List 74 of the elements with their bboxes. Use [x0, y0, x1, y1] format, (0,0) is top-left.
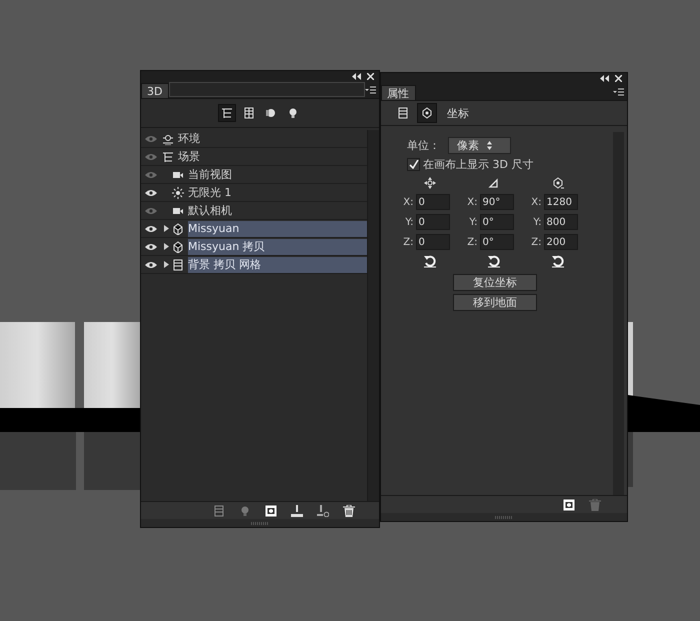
scene-tree-icon [162, 150, 174, 162]
scrollbar[interactable] [613, 132, 624, 495]
reset-icon[interactable] [551, 254, 565, 268]
layer-name[interactable]: 当前视图 [188, 166, 367, 182]
axis-label: Z: [402, 236, 414, 248]
unit-label: 单位： [407, 138, 440, 152]
bulb-icon [287, 107, 299, 119]
value-field[interactable]: 0 [416, 194, 450, 210]
action-button[interactable]: 移到地面 [453, 294, 537, 311]
resize-grip-icon[interactable] [251, 522, 269, 524]
mesh-filter-icon [243, 107, 255, 119]
rotate-icon [488, 177, 500, 189]
eye-icon[interactable] [145, 242, 157, 250]
eye-icon[interactable] [145, 260, 157, 268]
material-icon [265, 107, 277, 119]
filter-button[interactable] [218, 104, 236, 122]
mode-label: 坐标 [447, 106, 469, 120]
move-icon [424, 177, 436, 189]
checkmark-icon [408, 160, 418, 168]
mesh-grid-icon [172, 258, 184, 270]
mesh-icon [172, 222, 184, 234]
panel-tab[interactable]: 3D [141, 83, 170, 98]
close-icon[interactable] [367, 72, 374, 80]
axis-label: Z: [466, 236, 478, 248]
unit-dropdown[interactable]: 像素 [448, 136, 511, 154]
layer-name[interactable]: 默认相机 [188, 202, 367, 218]
value-field[interactable]: 0° [480, 234, 514, 250]
layer-name[interactable]: Missyuan [188, 220, 367, 236]
value-field[interactable]: 0° [480, 214, 514, 230]
panel-menu-icon[interactable] [613, 88, 624, 96]
action-button[interactable]: 复位坐标 [453, 274, 537, 291]
layer-name[interactable]: 环境 [178, 130, 367, 146]
scene-tree-icon [221, 107, 233, 119]
value-field[interactable]: 0 [416, 234, 450, 250]
layer-name[interactable]: 场景 [178, 148, 367, 164]
axis-label: Y: [532, 216, 542, 228]
trash-icon[interactable] [343, 504, 355, 516]
axis-label: Z: [530, 236, 542, 248]
bulb-icon[interactable] [239, 504, 251, 516]
resize-grip-icon[interactable] [495, 516, 513, 518]
layer-name[interactable]: 背景 拷贝 网格 [188, 256, 367, 272]
axis-label: X: [402, 196, 414, 208]
value-field[interactable]: 800 [544, 214, 578, 230]
mode-button[interactable] [417, 103, 437, 123]
close-icon[interactable] [615, 74, 622, 82]
collapsed-arrow-icon[interactable] [163, 261, 169, 268]
checkbox[interactable] [407, 158, 420, 170]
axis-label: Y: [404, 216, 414, 228]
panel-tab[interactable]: 属性 [381, 85, 416, 100]
value-field[interactable]: 1280 [544, 194, 578, 210]
eye-icon[interactable] [145, 224, 157, 232]
scale-icon [552, 177, 564, 189]
layer-name[interactable]: 无限光 1 [188, 184, 367, 200]
value-field[interactable]: 200 [544, 234, 578, 250]
axis-label: X: [530, 196, 542, 208]
sun-icon [172, 186, 184, 198]
eye-icon[interactable] [145, 188, 157, 196]
panel-menu-icon[interactable] [365, 86, 376, 94]
collapsed-arrow-icon[interactable] [163, 243, 169, 250]
layer-name[interactable]: Missyuan 拷贝 [188, 238, 367, 254]
coordinates-icon [421, 107, 433, 119]
mesh-icon [172, 240, 184, 252]
mesh-grid-icon [397, 107, 409, 119]
axis-label: X: [466, 196, 478, 208]
value-field[interactable]: 0 [416, 214, 450, 230]
value-field[interactable]: 90° [480, 194, 514, 210]
axis-label: Y: [468, 216, 478, 228]
stepper-arrows-icon [487, 140, 492, 150]
mesh-grid-icon[interactable] [213, 504, 225, 516]
reset-icon[interactable] [423, 254, 437, 268]
reset-icon[interactable] [487, 254, 501, 268]
scrollbar[interactable] [367, 130, 379, 501]
checkbox-label: 在画布上显示 3D 尺寸 [423, 156, 534, 172]
collapsed-arrow-icon[interactable] [163, 225, 169, 232]
